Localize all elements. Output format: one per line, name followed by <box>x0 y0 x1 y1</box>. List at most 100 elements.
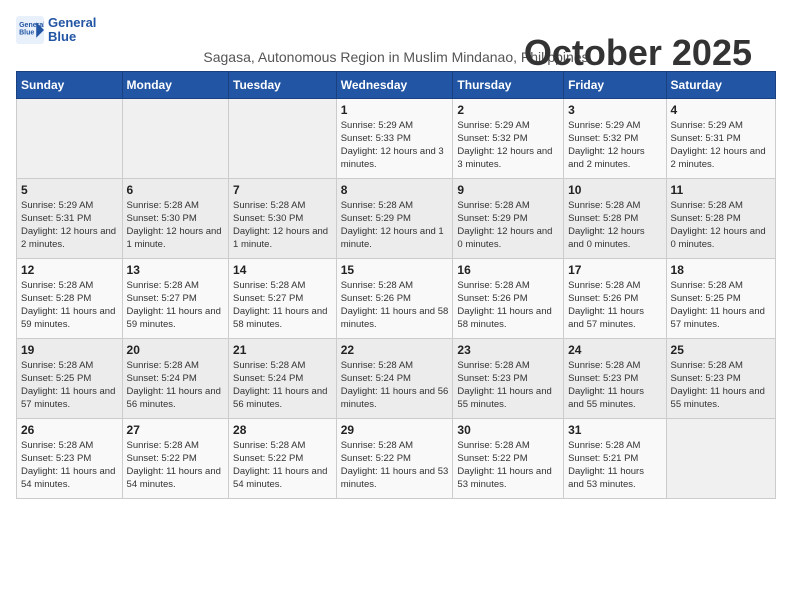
top-row: General Blue General Blue October 2025 <box>16 16 776 45</box>
table-row: 13 Sunrise: 5:28 AMSunset: 5:27 PMDayligh… <box>122 258 229 338</box>
table-row <box>666 418 775 498</box>
day-number: 28 <box>233 423 332 437</box>
header-saturday: Saturday <box>666 71 775 98</box>
day-number: 25 <box>671 343 771 357</box>
header-thursday: Thursday <box>453 71 564 98</box>
day-number: 22 <box>341 343 449 357</box>
table-row: 10Sunrise: 5:28 AMSunset: 5:28 PMDayligh… <box>564 178 666 258</box>
header-tuesday: Tuesday <box>229 71 337 98</box>
table-row: 6 Sunrise: 5:28 AMSunset: 5:30 PMDaylight… <box>122 178 229 258</box>
day-detail: Sunrise: 5:28 AMSunset: 5:23 PMDaylight:… <box>21 439 118 492</box>
day-number: 15 <box>341 263 449 277</box>
calendar-week-row: 12 Sunrise: 5:28 AMSunset: 5:28 PMDayligh… <box>17 258 776 338</box>
day-number: 4 <box>671 103 771 117</box>
calendar-table: Sunday Monday Tuesday Wednesday Thursday… <box>16 71 776 499</box>
day-number: 27 <box>127 423 225 437</box>
day-number: 23 <box>457 343 559 357</box>
day-number: 3 <box>568 103 661 117</box>
day-number: 29 <box>341 423 449 437</box>
table-row: 26 Sunrise: 5:28 AMSunset: 5:23 PMDayligh… <box>17 418 123 498</box>
day-detail: Sunrise: 5:28 AMSunset: 5:22 PMDaylight:… <box>457 439 559 492</box>
day-detail: Sunrise: 5:28 AMSunset: 5:27 PMDaylight:… <box>127 279 225 332</box>
day-number: 9 <box>457 183 559 197</box>
day-number: 8 <box>341 183 449 197</box>
day-detail: Sunrise: 5:29 AMSunset: 5:32 PMDaylight:… <box>457 119 559 172</box>
day-detail: Sunrise: 5:28 AMSunset: 5:26 PMDaylight:… <box>341 279 449 332</box>
day-detail: Sunrise: 5:28 AMSunset: 5:22 PMDaylight:… <box>233 439 332 492</box>
header-friday: Friday <box>564 71 666 98</box>
table-row: 23Sunrise: 5:28 AMSunset: 5:23 PMDayligh… <box>453 338 564 418</box>
day-number: 26 <box>21 423 118 437</box>
table-row: 25Sunrise: 5:28 AMSunset: 5:23 PMDayligh… <box>666 338 775 418</box>
day-detail: Sunrise: 5:28 AMSunset: 5:30 PMDaylight:… <box>233 199 332 252</box>
table-row: 27 Sunrise: 5:28 AMSunset: 5:22 PMDayligh… <box>122 418 229 498</box>
table-row: 22 Sunrise: 5:28 AMSunset: 5:24 PMDayligh… <box>336 338 453 418</box>
day-detail: Sunrise: 5:28 AMSunset: 5:23 PMDaylight:… <box>568 359 661 412</box>
day-number: 18 <box>671 263 771 277</box>
header-monday: Monday <box>122 71 229 98</box>
calendar-week-row: 19 Sunrise: 5:28 AMSunset: 5:25 PMDayligh… <box>17 338 776 418</box>
day-detail: Sunrise: 5:28 AMSunset: 5:25 PMDaylight:… <box>21 359 118 412</box>
logo-text: General Blue <box>48 16 96 45</box>
day-number: 5 <box>21 183 118 197</box>
day-detail: Sunrise: 5:29 AMSunset: 5:32 PMDaylight:… <box>568 119 661 172</box>
day-number: 12 <box>21 263 118 277</box>
table-row: 17Sunrise: 5:28 AMSunset: 5:26 PMDayligh… <box>564 258 666 338</box>
table-row: 15 Sunrise: 5:28 AMSunset: 5:26 PMDayligh… <box>336 258 453 338</box>
day-number: 11 <box>671 183 771 197</box>
day-number: 6 <box>127 183 225 197</box>
day-detail: Sunrise: 5:29 AMSunset: 5:33 PMDaylight:… <box>341 119 449 172</box>
table-row: 21Sunrise: 5:28 AMSunset: 5:24 PMDayligh… <box>229 338 337 418</box>
calendar-header-row: Sunday Monday Tuesday Wednesday Thursday… <box>17 71 776 98</box>
day-detail: Sunrise: 5:28 AMSunset: 5:26 PMDaylight:… <box>457 279 559 332</box>
table-row: 9 Sunrise: 5:28 AMSunset: 5:29 PMDaylight… <box>453 178 564 258</box>
day-detail: Sunrise: 5:28 AMSunset: 5:25 PMDaylight:… <box>671 279 771 332</box>
day-detail: Sunrise: 5:28 AMSunset: 5:22 PMDaylight:… <box>127 439 225 492</box>
calendar-week-row: 1 Sunrise: 5:29 AMSunset: 5:33 PMDaylight… <box>17 98 776 178</box>
table-row: 1 Sunrise: 5:29 AMSunset: 5:33 PMDaylight… <box>336 98 453 178</box>
table-row: 11 Sunrise: 5:28 AMSunset: 5:28 PMDayligh… <box>666 178 775 258</box>
table-row: 16 Sunrise: 5:28 AMSunset: 5:26 PMDayligh… <box>453 258 564 338</box>
table-row: 29 Sunrise: 5:28 AMSunset: 5:22 PMDayligh… <box>336 418 453 498</box>
day-number: 17 <box>568 263 661 277</box>
day-number: 14 <box>233 263 332 277</box>
day-detail: Sunrise: 5:28 AMSunset: 5:28 PMDaylight:… <box>21 279 118 332</box>
day-detail: Sunrise: 5:28 AMSunset: 5:29 PMDaylight:… <box>457 199 559 252</box>
day-detail: Sunrise: 5:29 AMSunset: 5:31 PMDaylight:… <box>21 199 118 252</box>
day-number: 30 <box>457 423 559 437</box>
title-area: October 2025 <box>524 32 752 74</box>
day-number: 31 <box>568 423 661 437</box>
table-row: 12 Sunrise: 5:28 AMSunset: 5:28 PMDayligh… <box>17 258 123 338</box>
table-row: 3 Sunrise: 5:29 AMSunset: 5:32 PMDaylight… <box>564 98 666 178</box>
table-row <box>17 98 123 178</box>
day-number: 19 <box>21 343 118 357</box>
calendar-week-row: 26 Sunrise: 5:28 AMSunset: 5:23 PMDayligh… <box>17 418 776 498</box>
day-number: 24 <box>568 343 661 357</box>
day-detail: Sunrise: 5:28 AMSunset: 5:28 PMDaylight:… <box>568 199 661 252</box>
header-sunday: Sunday <box>17 71 123 98</box>
day-number: 1 <box>341 103 449 117</box>
day-detail: Sunrise: 5:28 AMSunset: 5:30 PMDaylight:… <box>127 199 225 252</box>
table-row <box>122 98 229 178</box>
table-row: 30 Sunrise: 5:28 AMSunset: 5:22 PMDayligh… <box>453 418 564 498</box>
day-detail: Sunrise: 5:28 AMSunset: 5:27 PMDaylight:… <box>233 279 332 332</box>
table-row: 19 Sunrise: 5:28 AMSunset: 5:25 PMDayligh… <box>17 338 123 418</box>
table-row: 8 Sunrise: 5:28 AMSunset: 5:29 PMDaylight… <box>336 178 453 258</box>
table-row <box>229 98 337 178</box>
day-detail: Sunrise: 5:28 AMSunset: 5:22 PMDaylight:… <box>341 439 449 492</box>
day-number: 20 <box>127 343 225 357</box>
table-row: 28 Sunrise: 5:28 AMSunset: 5:22 PMDayligh… <box>229 418 337 498</box>
day-number: 13 <box>127 263 225 277</box>
table-row: 7Sunrise: 5:28 AMSunset: 5:30 PMDaylight… <box>229 178 337 258</box>
logo-icon: General Blue <box>16 16 44 44</box>
table-row: 2Sunrise: 5:29 AMSunset: 5:32 PMDaylight… <box>453 98 564 178</box>
day-detail: Sunrise: 5:28 AMSunset: 5:24 PMDaylight:… <box>341 359 449 412</box>
day-detail: Sunrise: 5:29 AMSunset: 5:31 PMDaylight:… <box>671 119 771 172</box>
day-detail: Sunrise: 5:28 AMSunset: 5:28 PMDaylight:… <box>671 199 771 252</box>
header-wednesday: Wednesday <box>336 71 453 98</box>
table-row: 31Sunrise: 5:28 AMSunset: 5:21 PMDayligh… <box>564 418 666 498</box>
day-number: 16 <box>457 263 559 277</box>
calendar-week-row: 5 Sunrise: 5:29 AMSunset: 5:31 PMDaylight… <box>17 178 776 258</box>
day-detail: Sunrise: 5:28 AMSunset: 5:29 PMDaylight:… <box>341 199 449 252</box>
day-detail: Sunrise: 5:28 AMSunset: 5:24 PMDaylight:… <box>233 359 332 412</box>
